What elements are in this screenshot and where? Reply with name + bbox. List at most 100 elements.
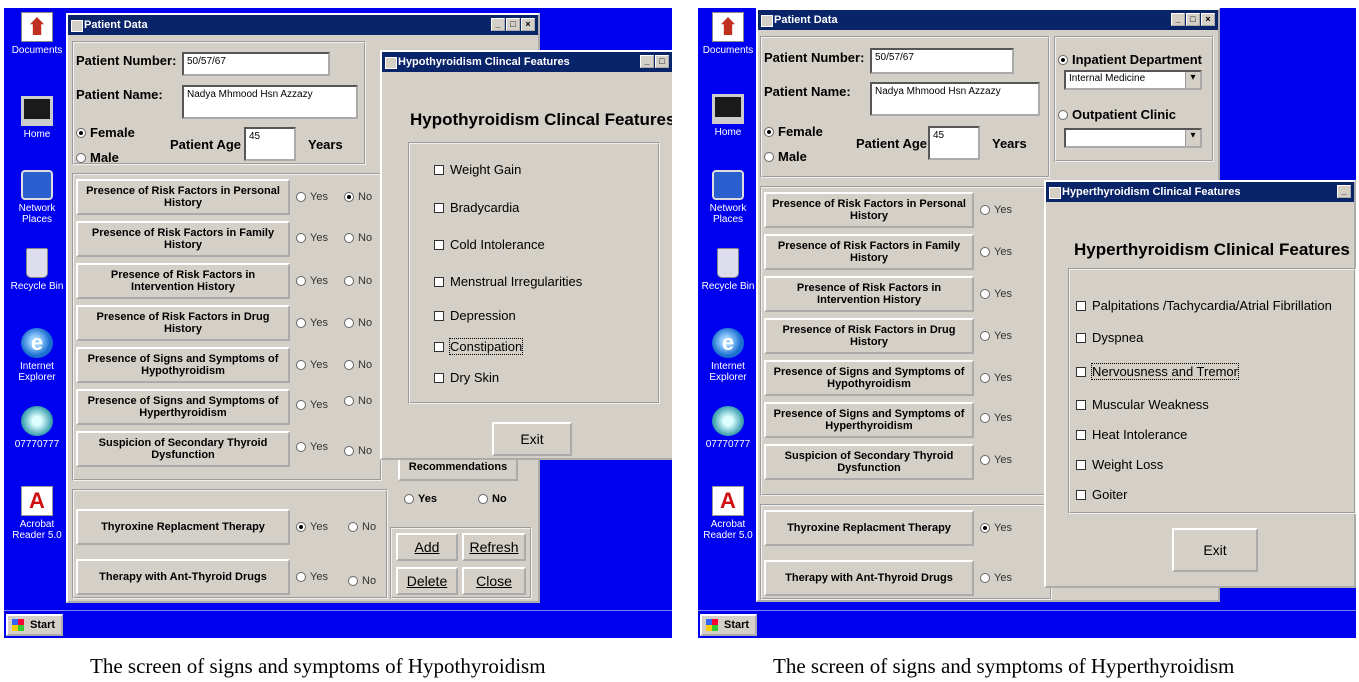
- feature-checkbox[interactable]: Weight Loss: [1076, 457, 1163, 472]
- risk-personal-yes-radio[interactable]: Yes: [980, 204, 1012, 216]
- risk-intervention-no-radio[interactable]: No: [344, 275, 372, 287]
- risk-drug-history-button[interactable]: Presence of Risk Factors in Drug History: [76, 305, 290, 341]
- desktop-icon-documents[interactable]: Documents: [698, 12, 758, 56]
- recommend-yes-radio[interactable]: Yes: [404, 493, 437, 505]
- risk-intervention-history-button[interactable]: Presence of Risk Factors in Intervention…: [764, 276, 974, 312]
- anti-thyroid-no-radio[interactable]: No: [348, 575, 376, 587]
- secondary-no-radio[interactable]: No: [344, 445, 372, 457]
- feature-checkbox[interactable]: Dry Skin: [434, 370, 499, 385]
- signs-hyperthyroidism-button[interactable]: Presence of Signs and Symptoms of Hypert…: [76, 389, 290, 425]
- male-radio[interactable]: Male: [764, 149, 807, 164]
- desktop-icon-recycle-bin[interactable]: Recycle Bin: [698, 248, 758, 292]
- close-icon[interactable]: ×: [521, 18, 535, 31]
- recommend-no-radio[interactable]: No: [478, 493, 507, 505]
- signs-hyper-no-radio[interactable]: No: [344, 395, 372, 407]
- feature-checkbox[interactable]: Muscular Weakness: [1076, 397, 1209, 412]
- risk-drug-yes-radio[interactable]: Yes: [980, 330, 1012, 342]
- secondary-thyroid-button[interactable]: Suspicion of Secondary Thyroid Dysfuncti…: [76, 431, 290, 467]
- feature-checkbox[interactable]: Menstrual Irregularities: [434, 274, 582, 289]
- risk-intervention-yes-radio[interactable]: Yes: [980, 288, 1012, 300]
- risk-personal-yes-radio[interactable]: Yes: [296, 191, 328, 203]
- close-icon[interactable]: ×: [1201, 13, 1215, 26]
- risk-family-yes-radio[interactable]: Yes: [980, 246, 1012, 258]
- secondary-yes-radio[interactable]: Yes: [980, 454, 1012, 466]
- outpatient-radio[interactable]: Outpatient Clinic: [1058, 107, 1176, 122]
- anti-thyroid-therapy-button[interactable]: Therapy with Ant-Thyroid Drugs: [76, 559, 290, 595]
- patient-age-input[interactable]: 45: [244, 127, 296, 161]
- thyroxine-yes-radio[interactable]: Yes: [980, 522, 1012, 534]
- signs-hyper-yes-radio[interactable]: Yes: [980, 412, 1012, 424]
- thyroxine-therapy-button[interactable]: Thyroxine Replacment Therapy: [764, 510, 974, 546]
- risk-personal-history-button[interactable]: Presence of Risk Factors in Personal His…: [76, 179, 290, 215]
- start-button[interactable]: Start: [700, 614, 758, 636]
- anti-thyroid-therapy-button[interactable]: Therapy with Ant-Thyroid Drugs: [764, 560, 974, 596]
- signs-hyper-yes-radio[interactable]: Yes: [296, 399, 328, 411]
- desktop-icon-app[interactable]: 07770777: [7, 406, 67, 450]
- desktop-icon-acrobat[interactable]: A Acrobat Reader 5.0: [7, 486, 67, 541]
- desktop-icon-internet-explorer[interactable]: e Internet Explorer: [698, 328, 758, 383]
- secondary-thyroid-button[interactable]: Suspicion of Secondary Thyroid Dysfuncti…: [764, 444, 974, 480]
- feature-checkbox[interactable]: Cold Intolerance: [434, 237, 545, 252]
- minimize-icon[interactable]: _: [1337, 185, 1351, 198]
- risk-drug-no-radio[interactable]: No: [344, 317, 372, 329]
- signs-hypothyroidism-button[interactable]: Presence of Signs and Symptoms of Hypoth…: [764, 360, 974, 396]
- desktop-icon-app[interactable]: 07770777: [698, 406, 758, 450]
- exit-button[interactable]: Exit: [492, 422, 572, 456]
- add-button[interactable]: Add: [396, 533, 458, 561]
- risk-family-yes-radio[interactable]: Yes: [296, 232, 328, 244]
- minimize-icon[interactable]: _: [491, 18, 505, 31]
- patient-name-input[interactable]: Nadya Mhmood Hsn Azzazy: [182, 85, 358, 119]
- desktop-icon-network-places[interactable]: Network Places: [7, 170, 67, 225]
- signs-hypo-yes-radio[interactable]: Yes: [296, 359, 328, 371]
- signs-hypothyroidism-button[interactable]: Presence of Signs and Symptoms of Hypoth…: [76, 347, 290, 383]
- thyroxine-no-radio[interactable]: No: [348, 521, 376, 533]
- feature-checkbox[interactable]: Nervousness and Tremor: [1076, 363, 1239, 380]
- desktop-icon-home[interactable]: Home: [698, 94, 758, 138]
- delete-button[interactable]: Delete: [396, 567, 458, 595]
- outpatient-clinic-select[interactable]: [1064, 128, 1202, 148]
- refresh-button[interactable]: Refresh: [462, 533, 526, 561]
- feature-checkbox[interactable]: Constipation: [434, 338, 524, 355]
- anti-thyroid-yes-radio[interactable]: Yes: [296, 571, 328, 583]
- feature-checkbox[interactable]: Goiter: [1076, 487, 1127, 502]
- risk-personal-no-radio[interactable]: No: [344, 191, 372, 203]
- risk-family-no-radio[interactable]: No: [344, 232, 372, 244]
- maximize-icon[interactable]: □: [655, 55, 669, 68]
- feature-checkbox[interactable]: Dyspnea: [1076, 330, 1143, 345]
- risk-intervention-history-button[interactable]: Presence of Risk Factors in Intervention…: [76, 263, 290, 299]
- maximize-icon[interactable]: □: [1186, 13, 1200, 26]
- start-button[interactable]: Start: [6, 614, 64, 636]
- thyroxine-therapy-button[interactable]: Thyroxine Replacment Therapy: [76, 509, 290, 545]
- exit-button[interactable]: Exit: [1172, 528, 1258, 572]
- female-radio[interactable]: Female: [76, 125, 135, 140]
- desktop-icon-recycle-bin[interactable]: Recycle Bin: [7, 248, 67, 292]
- thyroxine-yes-radio[interactable]: Yes: [296, 521, 328, 533]
- patient-age-input[interactable]: 45: [928, 126, 980, 160]
- signs-hypo-yes-radio[interactable]: Yes: [980, 372, 1012, 384]
- minimize-icon[interactable]: _: [1171, 13, 1185, 26]
- patient-number-input[interactable]: 50/57/67: [182, 52, 330, 76]
- feature-checkbox[interactable]: Bradycardia: [434, 200, 519, 215]
- feature-checkbox[interactable]: Palpitations /Tachycardia/Atrial Fibrill…: [1076, 298, 1332, 313]
- risk-family-history-button[interactable]: Presence of Risk Factors in Family Histo…: [76, 221, 290, 257]
- maximize-icon[interactable]: □: [506, 18, 520, 31]
- desktop-icon-internet-explorer[interactable]: e Internet Explorer: [7, 328, 67, 383]
- risk-personal-history-button[interactable]: Presence of Risk Factors in Personal His…: [764, 192, 974, 228]
- secondary-yes-radio[interactable]: Yes: [296, 441, 328, 453]
- feature-checkbox[interactable]: Weight Gain: [434, 162, 521, 177]
- desktop-icon-documents[interactable]: Documents: [7, 12, 67, 56]
- risk-family-history-button[interactable]: Presence of Risk Factors in Family Histo…: [764, 234, 974, 270]
- male-radio[interactable]: Male: [76, 150, 119, 165]
- risk-drug-history-button[interactable]: Presence of Risk Factors in Drug History: [764, 318, 974, 354]
- desktop-icon-home[interactable]: Home: [7, 96, 67, 140]
- feature-checkbox[interactable]: Depression: [434, 308, 516, 323]
- inpatient-department-select[interactable]: Internal Medicine: [1064, 70, 1202, 90]
- inpatient-radio[interactable]: Inpatient Department: [1058, 52, 1202, 67]
- signs-hypo-no-radio[interactable]: No: [344, 359, 372, 371]
- signs-hyperthyroidism-button[interactable]: Presence of Signs and Symptoms of Hypert…: [764, 402, 974, 438]
- risk-intervention-yes-radio[interactable]: Yes: [296, 275, 328, 287]
- patient-name-input[interactable]: Nadya Mhmood Hsn Azzazy: [870, 82, 1040, 116]
- patient-number-input[interactable]: 50/57/67: [870, 48, 1014, 74]
- feature-checkbox[interactable]: Heat Intolerance: [1076, 427, 1187, 442]
- close-button[interactable]: Close: [462, 567, 526, 595]
